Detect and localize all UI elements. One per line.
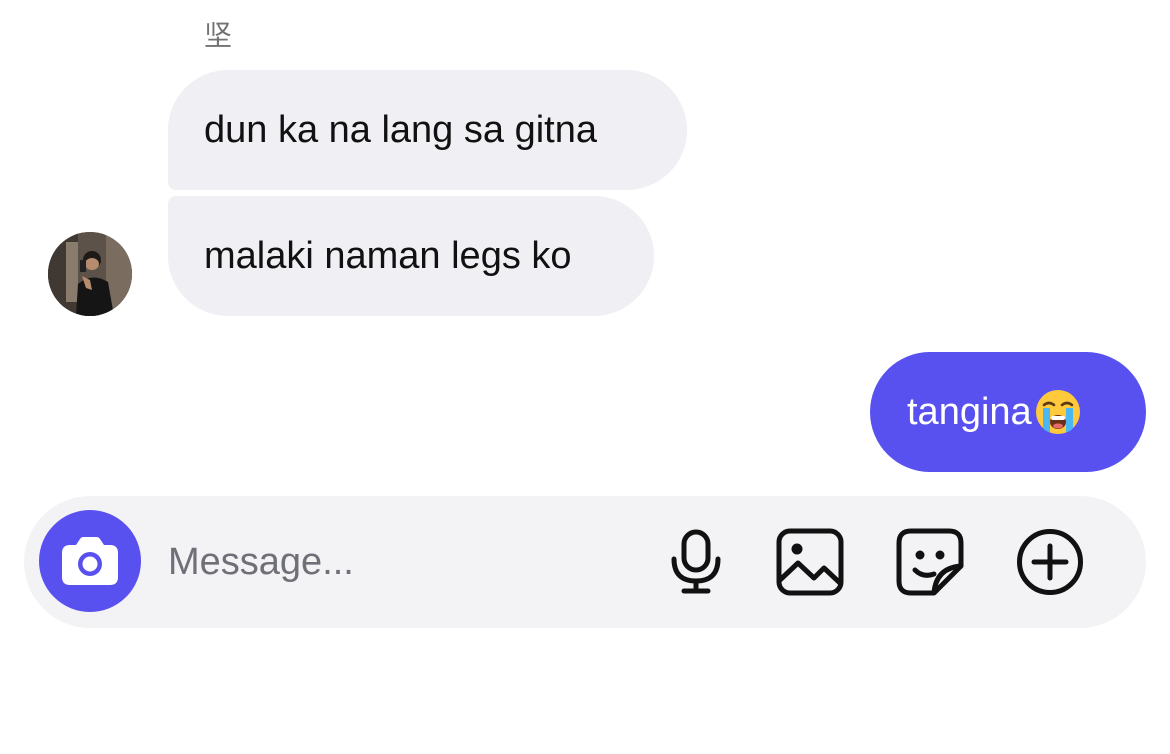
sticker-button[interactable]: [894, 526, 966, 598]
loudly-crying-face-icon: [1035, 390, 1080, 434]
gallery-button[interactable]: [774, 526, 846, 598]
plus-circle-icon: [1017, 529, 1083, 595]
message-text: malaki naman legs ko: [204, 235, 572, 277]
sticker-icon: [896, 528, 964, 596]
message-composer: [24, 496, 1146, 628]
message-text: tangina: [907, 391, 1032, 433]
more-options-button[interactable]: [1014, 526, 1086, 598]
outgoing-message-bubble[interactable]: tangina: [870, 352, 1146, 472]
camera-icon: [62, 537, 118, 585]
avatar[interactable]: [48, 232, 132, 316]
message-input[interactable]: [168, 526, 638, 598]
avatar-photo: [48, 232, 132, 316]
sender-name: 坚: [204, 20, 233, 51]
incoming-message-bubble[interactable]: dun ka na lang sa gitna: [168, 70, 687, 190]
microphone-button[interactable]: [660, 526, 732, 598]
message-text: dun ka na lang sa gitna: [204, 109, 597, 151]
incoming-message-bubble[interactable]: malaki naman legs ko: [168, 196, 654, 316]
gallery-icon: [776, 528, 844, 596]
microphone-icon: [671, 529, 721, 594]
camera-button[interactable]: [39, 510, 141, 612]
